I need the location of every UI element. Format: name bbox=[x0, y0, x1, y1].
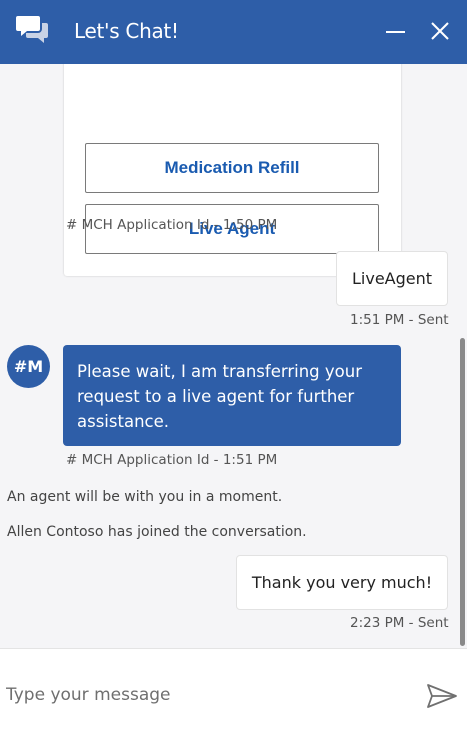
message-meta: # MCH Application Id - 1:51 PM bbox=[66, 452, 278, 468]
bot-avatar: #M bbox=[7, 345, 50, 388]
user-message-bubble: Thank you very much! bbox=[236, 555, 448, 610]
system-message: Allen Contoso has joined the conversatio… bbox=[7, 524, 307, 540]
bot-message-bubble: Please wait, I am transferring your requ… bbox=[63, 345, 401, 446]
suggested-actions-card: g Medication Refill Live Agent bbox=[64, 64, 401, 276]
user-message-bubble: LiveAgent bbox=[336, 251, 448, 306]
transcript-scrollbar[interactable] bbox=[460, 338, 465, 646]
minimize-button[interactable] bbox=[380, 16, 412, 48]
close-icon[interactable] bbox=[425, 16, 457, 48]
medication-refill-button[interactable]: Medication Refill bbox=[85, 143, 379, 193]
system-message: An agent will be with you in a moment. bbox=[7, 489, 283, 505]
chat-title: Let's Chat! bbox=[74, 19, 179, 43]
message-composer bbox=[0, 648, 467, 737]
chat-bubbles-icon bbox=[16, 16, 48, 43]
chat-header: Let's Chat! bbox=[0, 0, 467, 64]
message-meta: 2:23 PM - Sent bbox=[350, 615, 449, 631]
chat-transcript[interactable]: g Medication Refill Live Agent # MCH App… bbox=[0, 64, 467, 648]
message-meta: # MCH Application Id - 1:50 PM bbox=[66, 217, 278, 233]
send-icon[interactable] bbox=[426, 683, 458, 709]
message-meta: 1:51 PM - Sent bbox=[350, 312, 449, 328]
message-input[interactable] bbox=[6, 681, 406, 709]
